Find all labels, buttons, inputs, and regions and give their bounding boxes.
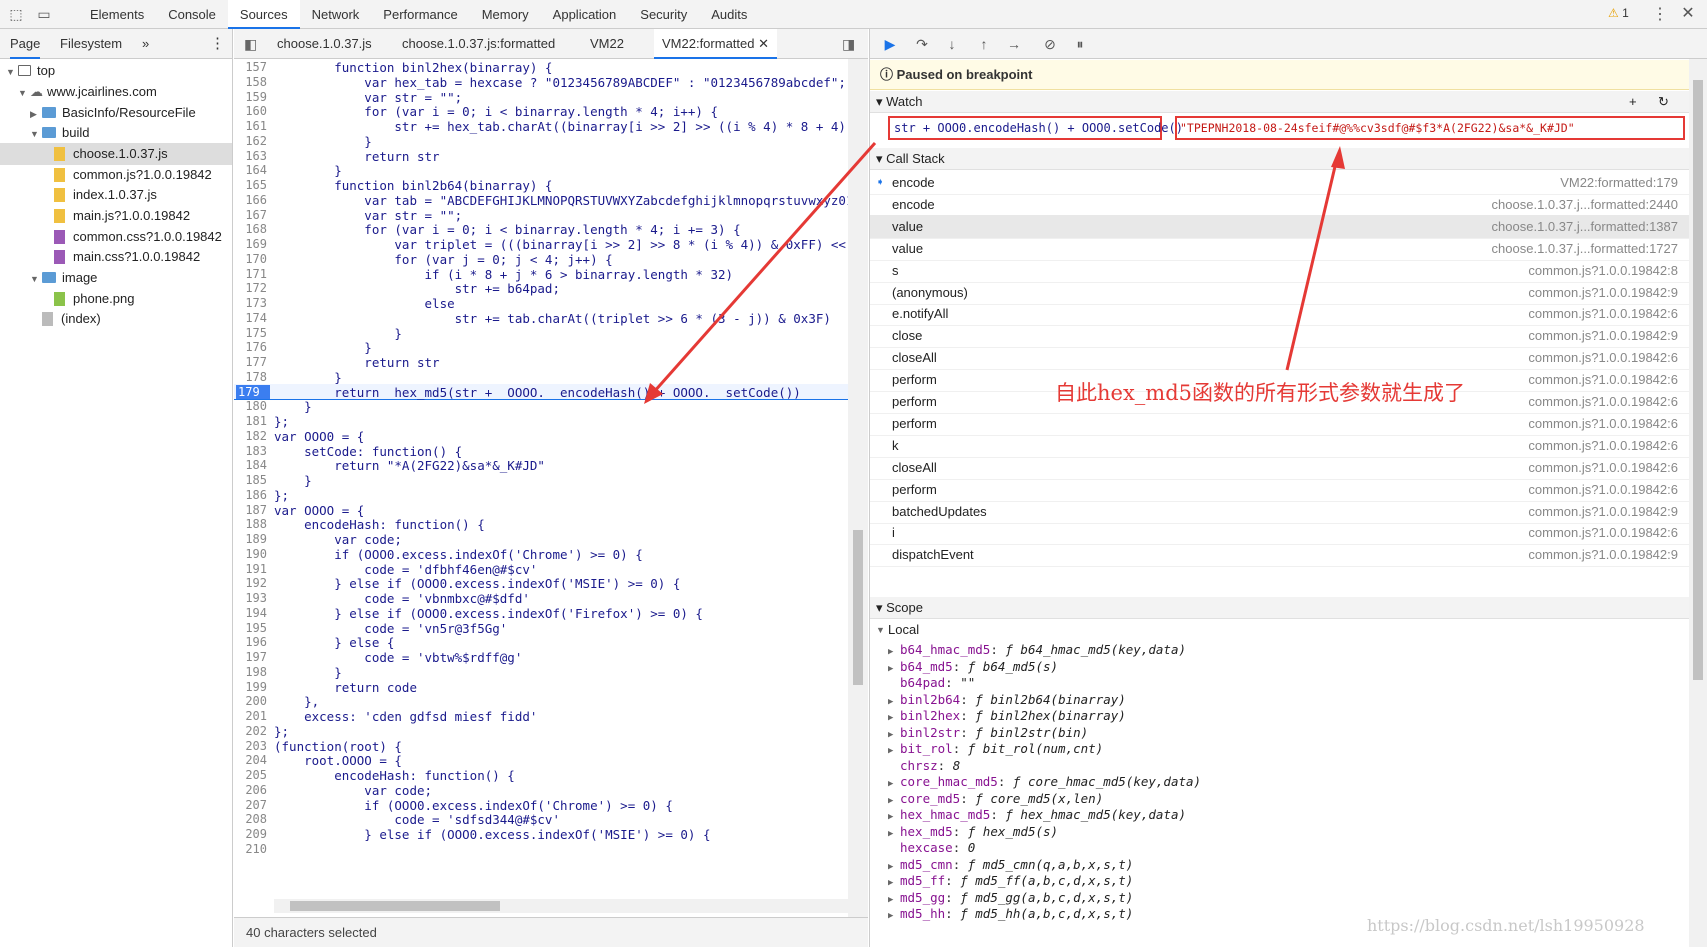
watermark: https://blog.csdn.net/lsh19950928	[1367, 916, 1645, 935]
arrow-to-code	[651, 142, 877, 394]
devtools-window: ⬚ ▭ Elements Console Sources Network Perform…	[0, 0, 1707, 947]
annotation-arrows	[644, 142, 1345, 404]
annotation-text: 自此hex_md5函数的所有形式参数就生成了	[1055, 381, 1466, 405]
arrow-head-value	[1331, 146, 1345, 169]
arrow-to-value	[1285, 157, 1339, 371]
